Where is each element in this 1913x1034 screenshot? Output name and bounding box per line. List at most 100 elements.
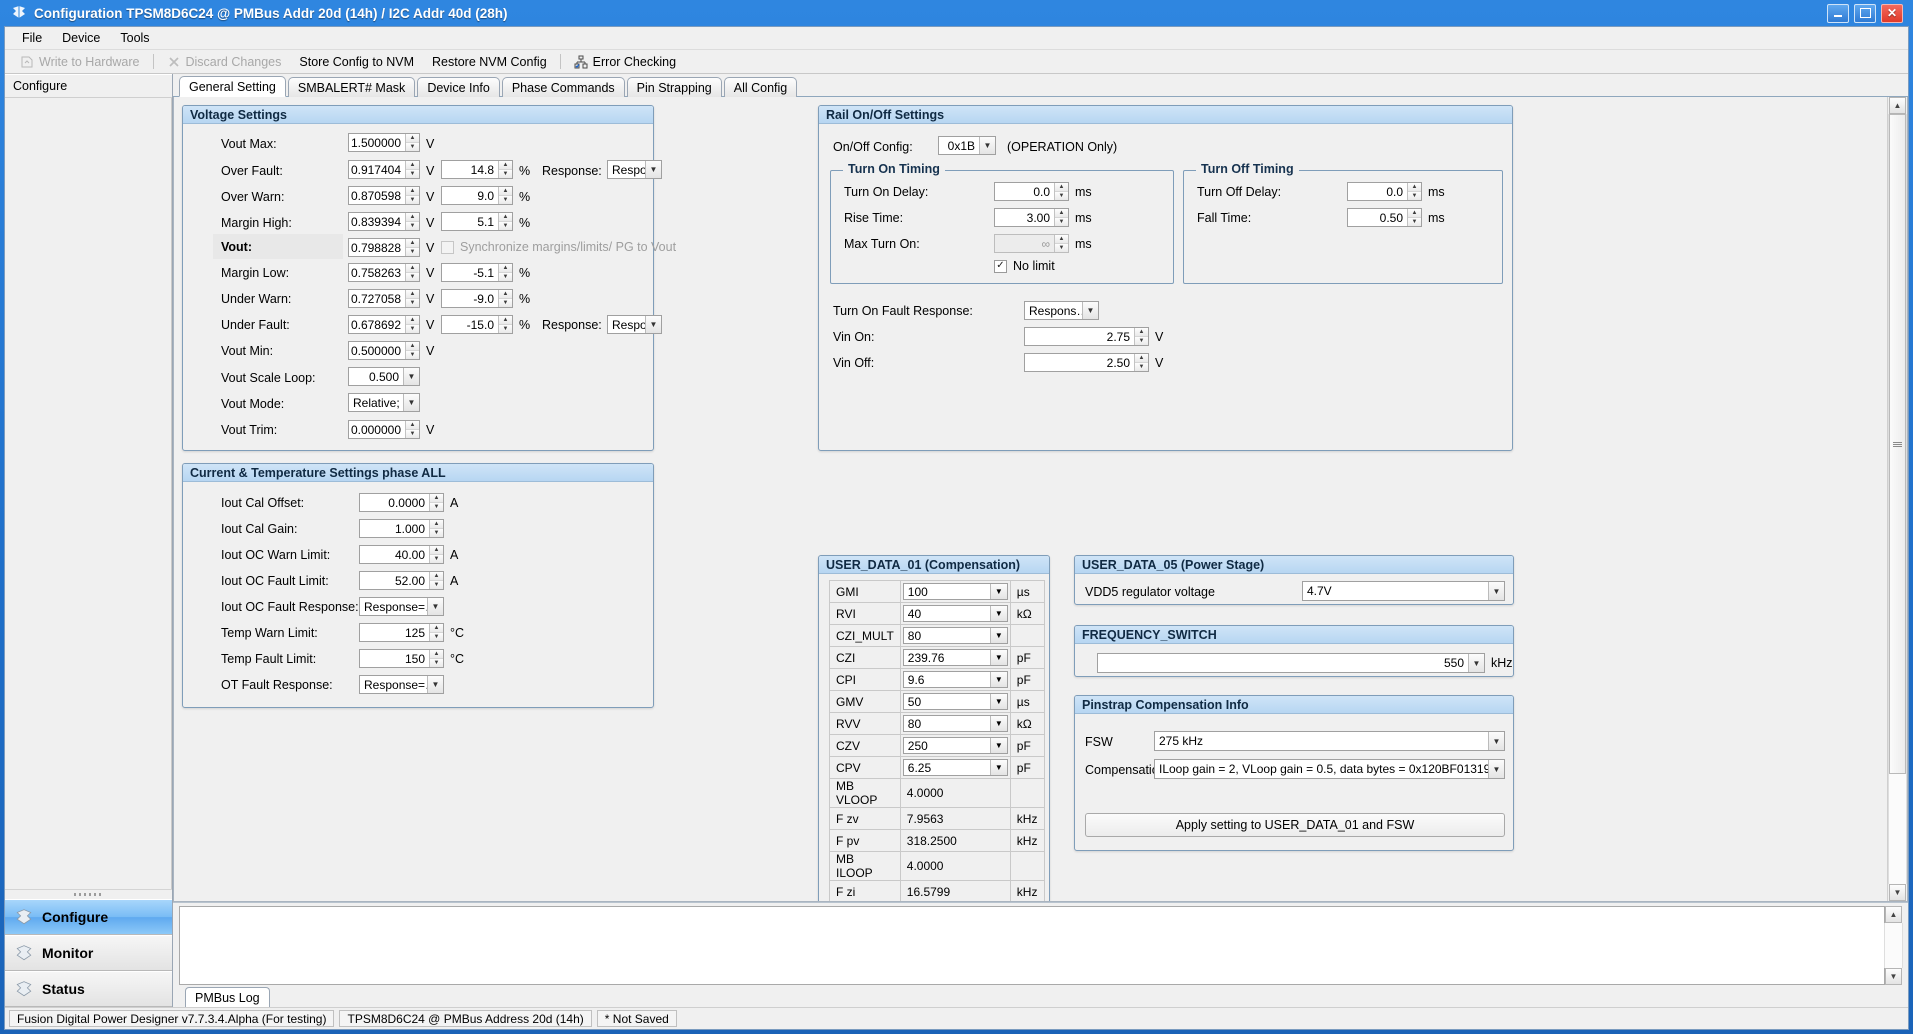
tab-smbalert-mask[interactable]: SMBALERT# Mask <box>288 77 415 97</box>
tab-phase-commands[interactable]: Phase Commands <box>502 77 625 97</box>
scroll-thumb[interactable] <box>1889 114 1906 774</box>
combo-over-fault-response[interactable]: Respo… ▼ <box>607 160 662 179</box>
input-vout-trim[interactable]: 0.000000 ▲▼ <box>348 420 420 439</box>
combo-under-fault-response[interactable]: Respo… ▼ <box>607 315 662 334</box>
maximize-button[interactable] <box>1854 4 1876 23</box>
combo-vout-mode[interactable]: Relative; … ▼ <box>348 393 420 412</box>
scroll-down-icon[interactable]: ▼ <box>1889 884 1906 901</box>
input-temp-warn-limit[interactable]: 125 ▲▼ <box>359 623 444 642</box>
spinner-under-warn-pct[interactable]: ▲▼ <box>498 290 512 307</box>
minimize-button[interactable] <box>1827 4 1849 23</box>
input-under-fault-v[interactable]: 0.678692 ▲▼ <box>348 315 420 334</box>
input-temp-fault-limit[interactable]: 150 ▲▼ <box>359 649 444 668</box>
spinner-vin-off[interactable]: ▲▼ <box>1134 354 1148 371</box>
cell-value[interactable]: 9.6 ▼ <box>900 669 1010 691</box>
apply-setting-button[interactable]: Apply setting to USER_DATA_01 and FSW <box>1085 813 1505 837</box>
input-under-warn-pct[interactable]: -9.0 ▲▼ <box>441 289 513 308</box>
input-margin-low-v[interactable]: 0.758263 ▲▼ <box>348 263 420 282</box>
menu-tools[interactable]: Tools <box>111 28 158 48</box>
spinner-max-turn-on[interactable]: ▲▼ <box>1054 235 1068 252</box>
spinner-iout-cal-offset[interactable]: ▲▼ <box>429 494 443 511</box>
spinner-margin-high-pct[interactable]: ▲▼ <box>498 213 512 230</box>
spinner-vin-on[interactable]: ▲▼ <box>1134 328 1148 345</box>
cell-value[interactable]: 80 ▼ <box>900 625 1010 647</box>
write-to-hardware-button[interactable]: Write to Hardware <box>11 53 149 71</box>
combo-gmv[interactable]: 50 ▼ <box>903 693 1008 710</box>
combo-czi-mult[interactable]: 80 ▼ <box>903 627 1008 644</box>
combo-onoff-config[interactable]: 0x1B ▼ <box>938 136 996 155</box>
spinner-margin-low-v[interactable]: ▲▼ <box>405 264 419 281</box>
spinner-margin-high-v[interactable]: ▲▼ <box>405 213 419 230</box>
spinner-turn-off-delay[interactable]: ▲▼ <box>1407 183 1421 200</box>
spinner-turn-on-delay[interactable]: ▲▼ <box>1054 183 1068 200</box>
spinner-vout[interactable]: ▲▼ <box>405 239 419 256</box>
input-under-fault-pct[interactable]: -15.0 ▲▼ <box>441 315 513 334</box>
scroll-track[interactable] <box>1884 923 1903 968</box>
tab-general-setting[interactable]: General Setting <box>179 76 286 97</box>
spinner-under-warn-v[interactable]: ▲▼ <box>405 290 419 307</box>
close-button[interactable]: ✕ <box>1881 4 1903 23</box>
spinner-under-fault-pct[interactable]: ▲▼ <box>498 316 512 333</box>
cell-value[interactable]: 50 ▼ <box>900 691 1010 713</box>
combo-gmi[interactable]: 100 ▼ <box>903 583 1008 600</box>
spinner-vout-min[interactable]: ▲▼ <box>405 342 419 359</box>
spinner-under-fault-v[interactable]: ▲▼ <box>405 316 419 333</box>
scroll-down-icon[interactable]: ▼ <box>1885 968 1902 985</box>
sidebar-item-status[interactable]: Status <box>5 971 172 1007</box>
combo-czv[interactable]: 250 ▼ <box>903 737 1008 754</box>
checkbox-no-limit[interactable]: ✓ No limit <box>994 259 1055 273</box>
input-max-turn-on[interactable]: ∞ ▲▼ <box>994 234 1069 253</box>
error-checking-button[interactable]: Error Checking <box>565 53 685 71</box>
tab-all-config[interactable]: All Config <box>724 77 798 97</box>
cell-value[interactable]: 100 ▼ <box>900 581 1010 603</box>
input-over-fault-v[interactable]: 0.917404 ▲▼ <box>348 160 420 179</box>
input-rise-time[interactable]: 3.00 ▲▼ <box>994 208 1069 227</box>
spinner-fall-time[interactable]: ▲▼ <box>1407 209 1421 226</box>
combo-cpv[interactable]: 6.25 ▼ <box>903 759 1008 776</box>
input-vin-off[interactable]: 2.50 ▲▼ <box>1024 353 1149 372</box>
cell-value[interactable]: 6.25 ▼ <box>900 757 1010 779</box>
pmbus-log-textarea[interactable] <box>179 906 1885 985</box>
cell-value[interactable]: 40 ▼ <box>900 603 1010 625</box>
spinner-over-warn-pct[interactable]: ▲▼ <box>498 187 512 204</box>
combo-fsw[interactable]: 275 kHz ▼ <box>1154 731 1505 751</box>
spinner-rise-time[interactable]: ▲▼ <box>1054 209 1068 226</box>
menu-file[interactable]: File <box>13 28 51 48</box>
spinner-iout-oc-warn-limit[interactable]: ▲▼ <box>429 546 443 563</box>
input-iout-oc-fault-limit[interactable]: 52.00 ▲▼ <box>359 571 444 590</box>
spinner-over-warn-v[interactable]: ▲▼ <box>405 187 419 204</box>
store-config-to-nvm-button[interactable]: Store Config to NVM <box>290 53 423 71</box>
input-vout[interactable]: 0.798828 ▲▼ <box>348 238 420 257</box>
input-turn-on-delay[interactable]: 0.0 ▲▼ <box>994 182 1069 201</box>
input-margin-low-pct[interactable]: -5.1 ▲▼ <box>441 263 513 282</box>
combo-frequency-switch[interactable]: 550 ▼ <box>1097 653 1485 673</box>
scroll-up-icon[interactable]: ▲ <box>1889 97 1906 114</box>
spinner-vout-max[interactable]: ▲▼ <box>405 134 419 151</box>
tab-device-info[interactable]: Device Info <box>417 77 500 97</box>
cell-value[interactable]: 239.76 ▼ <box>900 647 1010 669</box>
spinner-temp-warn-limit[interactable]: ▲▼ <box>429 624 443 641</box>
combo-compensation[interactable]: ILoop gain = 2, VLoop gain = 0.5, data b… <box>1154 759 1505 779</box>
discard-changes-button[interactable]: Discard Changes <box>158 53 291 71</box>
combo-ot-fault-response[interactable]: Response=… ▼ <box>359 675 444 694</box>
input-over-warn-pct[interactable]: 9.0 ▲▼ <box>441 186 513 205</box>
menu-device[interactable]: Device <box>53 28 109 48</box>
combo-rvv[interactable]: 80 ▼ <box>903 715 1008 732</box>
input-turn-off-delay[interactable]: 0.0 ▲▼ <box>1347 182 1422 201</box>
log-vertical-scrollbar[interactable]: ▲ ▼ <box>1885 906 1902 985</box>
spinner-over-fault-v[interactable]: ▲▼ <box>405 161 419 178</box>
tab-pin-strapping[interactable]: Pin Strapping <box>627 77 722 97</box>
spinner-vout-trim[interactable]: ▲▼ <box>405 421 419 438</box>
spinner-iout-cal-gain[interactable]: ▲▼ <box>429 520 443 537</box>
input-iout-cal-gain[interactable]: 1.000 ▲▼ <box>359 519 444 538</box>
spinner-margin-low-pct[interactable]: ▲▼ <box>498 264 512 281</box>
input-fall-time[interactable]: 0.50 ▲▼ <box>1347 208 1422 227</box>
input-margin-high-v[interactable]: 0.839394 ▲▼ <box>348 212 420 231</box>
combo-iout-oc-fault-response[interactable]: Response=… ▼ <box>359 597 444 616</box>
combo-rvi[interactable]: 40 ▼ <box>903 605 1008 622</box>
combo-vdd5-regulator-voltage[interactable]: 4.7V ▼ <box>1302 581 1505 601</box>
sidebar-item-monitor[interactable]: Monitor <box>5 935 172 971</box>
sidebar-item-configure[interactable]: Configure <box>5 899 172 935</box>
scroll-track[interactable] <box>1888 114 1907 884</box>
input-margin-high-pct[interactable]: 5.1 ▲▼ <box>441 212 513 231</box>
